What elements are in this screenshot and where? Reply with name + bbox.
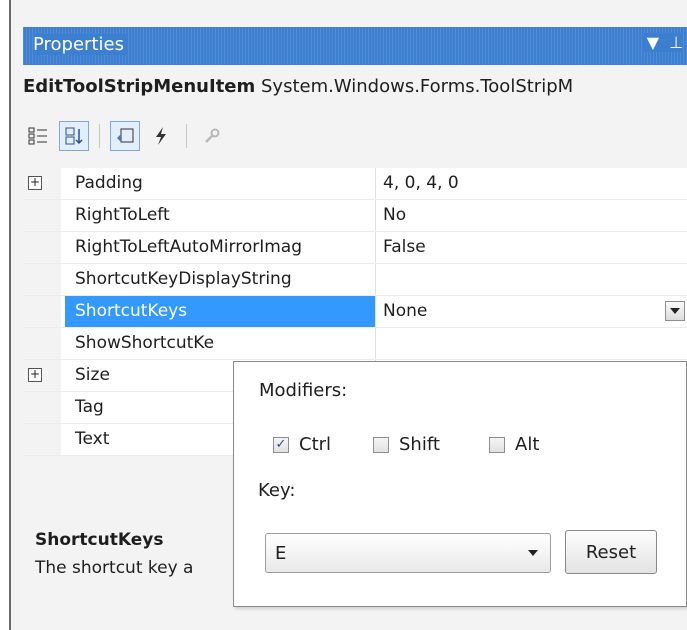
ctrl-checkbox[interactable]: ✓ Ctrl — [273, 434, 331, 455]
object-selector[interactable]: EditToolStripMenuItem System.Windows.For… — [23, 76, 687, 106]
object-type: System.Windows.Forms.ToolStripM — [261, 76, 574, 97]
property-name: Padding — [75, 173, 143, 193]
property-row-righttoleft[interactable]: RightToLeft No — [23, 200, 687, 232]
checkbox-box — [489, 436, 505, 453]
key-select[interactable]: E — [265, 533, 551, 573]
property-name: ShortcutKeys — [65, 296, 375, 327]
property-name: RightToLeft — [75, 205, 170, 225]
checkmark-icon: ✓ — [275, 437, 287, 452]
modifiers-label: Modifiers: — [259, 380, 348, 401]
property-pages-icon — [205, 128, 220, 143]
categorized-button[interactable] — [23, 121, 53, 151]
alt-checkbox[interactable]: Alt — [489, 434, 539, 455]
chevron-down-icon — [528, 550, 538, 556]
property-row-showshortcutkeys[interactable]: ShowShortcutKe — [23, 328, 687, 360]
property-name: ShowShortcutKe — [75, 333, 215, 353]
property-row-righttoleftautomirrorimage[interactable]: RightToLeftAutoMirrorImag False — [23, 232, 687, 264]
ctrl-label: Ctrl — [299, 434, 332, 455]
property-row-padding[interactable]: + Padding 4, 0, 4, 0 — [23, 168, 687, 200]
checkbox-box — [373, 436, 389, 453]
key-label: Key: — [258, 480, 296, 501]
alt-label: Alt — [515, 434, 540, 455]
property-value[interactable]: No — [383, 200, 406, 231]
property-value[interactable]: 4, 0, 4, 0 — [383, 168, 459, 199]
toolbar-separator — [186, 124, 187, 148]
expand-icon[interactable]: + — [28, 176, 42, 190]
shift-label: Shift — [399, 434, 440, 455]
events-button[interactable] — [146, 121, 176, 151]
properties-toolbar — [23, 116, 687, 156]
value-dropdown-button[interactable] — [665, 301, 685, 321]
property-value[interactable]: False — [383, 232, 426, 263]
properties-icon — [117, 128, 134, 143]
key-value: E — [275, 543, 287, 564]
description-text: The shortcut key a — [35, 558, 194, 578]
checkbox-box: ✓ — [273, 436, 289, 453]
panel-title: Properties — [33, 34, 128, 55]
reset-button[interactable]: Reset — [565, 530, 657, 574]
property-value[interactable]: None — [383, 296, 427, 327]
toolbar-separator — [99, 124, 100, 148]
alphabetical-icon — [65, 127, 83, 145]
alphabetical-button[interactable] — [59, 121, 89, 151]
pin-icon[interactable]: ⊥ — [669, 33, 683, 52]
expand-icon[interactable]: + — [28, 368, 42, 382]
dropdown-arrow-icon[interactable]: ▼ — [647, 33, 659, 52]
properties-title-bar[interactable]: Properties ▼ ⊥ — [23, 27, 687, 65]
object-name: EditToolStripMenuItem — [23, 76, 256, 97]
categorized-icon — [28, 127, 47, 145]
shift-checkbox[interactable]: Shift — [373, 434, 440, 455]
events-icon — [156, 127, 166, 145]
property-pages-button[interactable] — [197, 121, 227, 151]
property-row-shortcutkeys[interactable]: ShortcutKeys None — [23, 296, 687, 328]
properties-button[interactable] — [110, 121, 140, 151]
description-title: ShortcutKeys — [35, 530, 164, 550]
property-name: RightToLeftAutoMirrorImag — [75, 237, 302, 257]
property-name: ShortcutKeyDisplayString — [75, 269, 292, 289]
chevron-down-icon — [670, 308, 680, 314]
property-row-shortcutkeydisplaystring[interactable]: ShortcutKeyDisplayString — [23, 264, 687, 296]
